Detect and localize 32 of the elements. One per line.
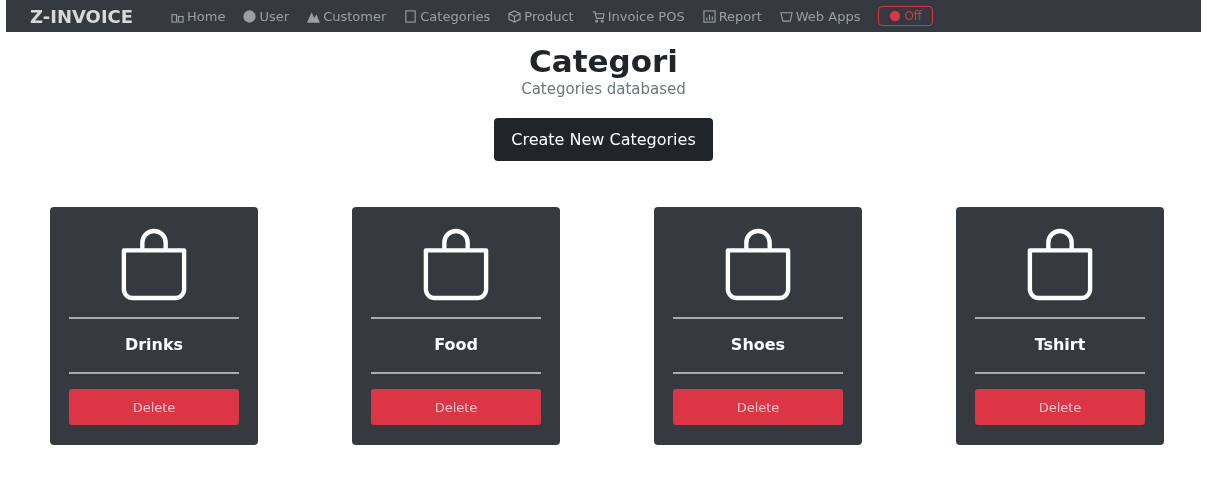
brand-logo[interactable]: Z-INVOICE	[30, 5, 134, 27]
bar-chart-icon	[702, 9, 716, 23]
category-name: Shoes	[730, 335, 786, 355]
rectangle-icon	[404, 9, 418, 23]
delete-button[interactable]: Delete	[371, 389, 541, 425]
page-title: Categori	[529, 42, 678, 80]
cart-icon	[591, 9, 605, 23]
shopping-bag-icon	[724, 227, 792, 301]
nav-link[interactable]: User	[243, 8, 290, 24]
circle-icon	[243, 9, 257, 23]
delete-button[interactable]: Delete	[975, 389, 1145, 425]
shopping-bag-icon	[1026, 227, 1094, 301]
nav-link[interactable]: Categories	[404, 8, 491, 24]
category-name: Food	[434, 335, 478, 355]
nav-link[interactable]: Customer	[307, 8, 387, 24]
page-subtitle: Categories databased	[521, 80, 686, 98]
nav-link[interactable]: Product	[508, 8, 574, 24]
delete-button[interactable]: Delete	[69, 389, 239, 425]
category-name: Tshirt	[1034, 335, 1086, 355]
shopping-bag-icon	[422, 227, 490, 301]
category-name: Drinks	[124, 335, 184, 355]
create-category-button[interactable]: Create New Categories	[494, 118, 713, 161]
nav-link[interactable]: Invoice POS	[591, 8, 685, 24]
nav-link[interactable]: Web Apps	[779, 8, 861, 24]
delete-button[interactable]: Delete	[673, 389, 843, 425]
nav-link[interactable]: Home	[171, 8, 226, 24]
shopping-bag-icon	[120, 227, 188, 301]
basket-icon	[779, 9, 793, 23]
nav-link[interactable]: Report	[702, 8, 762, 24]
logout-button[interactable]: Off	[878, 6, 934, 26]
mountains-icon	[307, 9, 321, 23]
cube-icon	[508, 9, 522, 23]
